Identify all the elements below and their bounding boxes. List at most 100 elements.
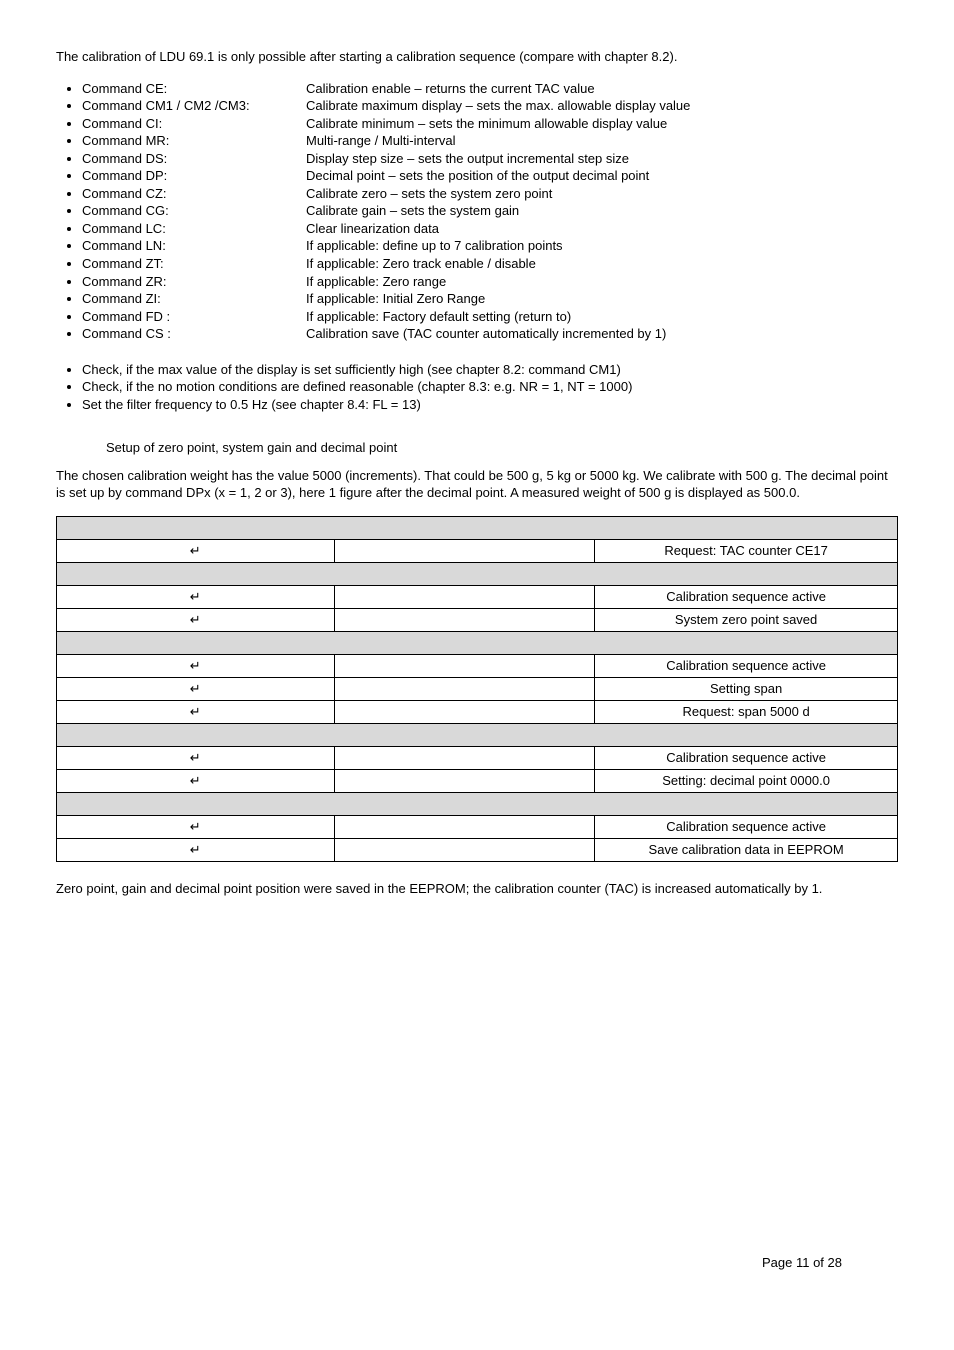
table-cell-middle	[334, 609, 595, 632]
table-cell-description: System zero point saved	[595, 609, 898, 632]
table-row: ↵ Calibration sequence active	[57, 747, 898, 770]
table-cell-middle	[334, 586, 595, 609]
command-description: If applicable: Initial Zero Range	[306, 290, 898, 308]
table-cell-middle	[334, 770, 595, 793]
command-list-item: Command LN:If applicable: define up to 7…	[82, 237, 898, 255]
command-description: Multi-range / Multi-interval	[306, 132, 898, 150]
closing-paragraph: Zero point, gain and decimal point posit…	[56, 880, 898, 898]
command-list-item: Command LC:Clear linearization data	[82, 220, 898, 238]
table-cell-input: ↵	[57, 770, 335, 793]
table-row	[57, 632, 898, 655]
calibration-paragraph: The chosen calibration weight has the va…	[56, 467, 898, 502]
table-separator-cell	[57, 632, 898, 655]
table-row	[57, 563, 898, 586]
command-name: Command FD :	[82, 308, 306, 326]
check-list-item: Set the filter frequency to 0.5 Hz (see …	[82, 396, 898, 414]
command-description: Calibrate gain – sets the system gain	[306, 202, 898, 220]
table-separator-cell	[57, 793, 898, 816]
command-description: Clear linearization data	[306, 220, 898, 238]
command-list-item: Command CI:Calibrate minimum – sets the …	[82, 115, 898, 133]
table-cell-input: ↵	[57, 655, 335, 678]
command-list-item: Command CM1 / CM2 /CM3:Calibrate maximum…	[82, 97, 898, 115]
table-cell-input: ↵	[57, 701, 335, 724]
command-name: Command DP:	[82, 167, 306, 185]
table-cell-input: ↵	[57, 609, 335, 632]
table-row: ↵ Calibration sequence active	[57, 586, 898, 609]
table-cell-description: Calibration sequence active	[595, 586, 898, 609]
table-cell-description: Request: TAC counter CE17	[595, 540, 898, 563]
command-name: Command CE:	[82, 80, 306, 98]
table-cell-middle	[334, 540, 595, 563]
table-row: ↵ Save calibration data in EEPROM	[57, 839, 898, 862]
command-list-item: Command CG:Calibrate gain – sets the sys…	[82, 202, 898, 220]
table-row: ↵Calibration sequence active	[57, 655, 898, 678]
commands-list: Command CE:Calibration enable – returns …	[56, 80, 898, 343]
command-list-item: Command DP:Decimal point – sets the posi…	[82, 167, 898, 185]
command-description: If applicable: Zero track enable / disab…	[306, 255, 898, 273]
table-row: ↵ Setting: decimal point 0000.0	[57, 770, 898, 793]
table-cell-description: Calibration sequence active	[595, 816, 898, 839]
command-name: Command ZR:	[82, 273, 306, 291]
command-name: Command CM1 / CM2 /CM3:	[82, 97, 306, 115]
command-description: Calibrate minimum – sets the minimum all…	[306, 115, 898, 133]
command-list-item: Command FD :If applicable: Factory defau…	[82, 308, 898, 326]
page-footer: Page 11 of 28	[762, 1254, 842, 1272]
table-row: ↵ Request: span 5000 d	[57, 701, 898, 724]
command-description: Calibration save (TAC counter automatica…	[306, 325, 898, 343]
command-description: Calibrate zero – sets the system zero po…	[306, 185, 898, 203]
command-name: Command ZT:	[82, 255, 306, 273]
command-name: Command CG:	[82, 202, 306, 220]
command-description: Calibrate maximum display – sets the max…	[306, 97, 898, 115]
command-list-item: Command CS :Calibration save (TAC counte…	[82, 325, 898, 343]
table-row	[57, 793, 898, 816]
command-description: If applicable: Factory default setting (…	[306, 308, 898, 326]
table-cell-description: Save calibration data in EEPROM	[595, 839, 898, 862]
command-description: Calibration enable – returns the current…	[306, 80, 898, 98]
command-list-item: Command MR:Multi-range / Multi-interval	[82, 132, 898, 150]
table-cell-middle	[334, 747, 595, 770]
command-name: Command LN:	[82, 237, 306, 255]
command-list-item: Command DS:Display step size – sets the …	[82, 150, 898, 168]
command-list-item: Command ZR:If applicable: Zero range	[82, 273, 898, 291]
table-separator-cell	[57, 724, 898, 747]
table-cell-description: Setting span	[595, 678, 898, 701]
sub-heading: Setup of zero point, system gain and dec…	[106, 439, 898, 457]
table-row: ↵ Request: TAC counter CE17	[57, 540, 898, 563]
table-separator-cell	[57, 563, 898, 586]
calibration-table: ↵ Request: TAC counter CE17 ↵ Calibration …	[56, 516, 898, 862]
check-list-item: Check, if the max value of the display i…	[82, 361, 898, 379]
table-cell-input: ↵	[57, 586, 335, 609]
command-name: Command CS :	[82, 325, 306, 343]
table-cell-middle	[334, 701, 595, 724]
table-cell-input: ↵	[57, 816, 335, 839]
command-description: If applicable: Zero range	[306, 273, 898, 291]
command-name: Command CZ:	[82, 185, 306, 203]
check-list-item: Check, if the no motion conditions are d…	[82, 378, 898, 396]
command-list-item: Command ZI:If applicable: Initial Zero R…	[82, 290, 898, 308]
command-list-item: Command CE:Calibration enable – returns …	[82, 80, 898, 98]
table-cell-middle	[334, 678, 595, 701]
table-row: ↵ System zero point saved	[57, 609, 898, 632]
command-description: Decimal point – sets the position of the…	[306, 167, 898, 185]
command-name: Command ZI:	[82, 290, 306, 308]
command-name: Command DS:	[82, 150, 306, 168]
table-cell-middle	[334, 816, 595, 839]
table-row	[57, 724, 898, 747]
table-cell-input: ↵	[57, 747, 335, 770]
table-row: ↵ Setting span	[57, 678, 898, 701]
table-cell-description: Calibration sequence active	[595, 747, 898, 770]
checks-list: Check, if the max value of the display i…	[56, 361, 898, 414]
table-cell-middle	[334, 839, 595, 862]
table-row	[57, 517, 898, 540]
table-cell-input: ↵	[57, 678, 335, 701]
command-description: If applicable: define up to 7 calibratio…	[306, 237, 898, 255]
table-cell-description: Setting: decimal point 0000.0	[595, 770, 898, 793]
command-name: Command MR:	[82, 132, 306, 150]
table-separator-cell	[57, 517, 898, 540]
command-list-item: Command ZT:If applicable: Zero track ena…	[82, 255, 898, 273]
command-name: Command LC:	[82, 220, 306, 238]
table-cell-input: ↵	[57, 839, 335, 862]
table-cell-input: ↵	[57, 540, 335, 563]
table-cell-middle	[334, 655, 595, 678]
table-cell-description: Request: span 5000 d	[595, 701, 898, 724]
